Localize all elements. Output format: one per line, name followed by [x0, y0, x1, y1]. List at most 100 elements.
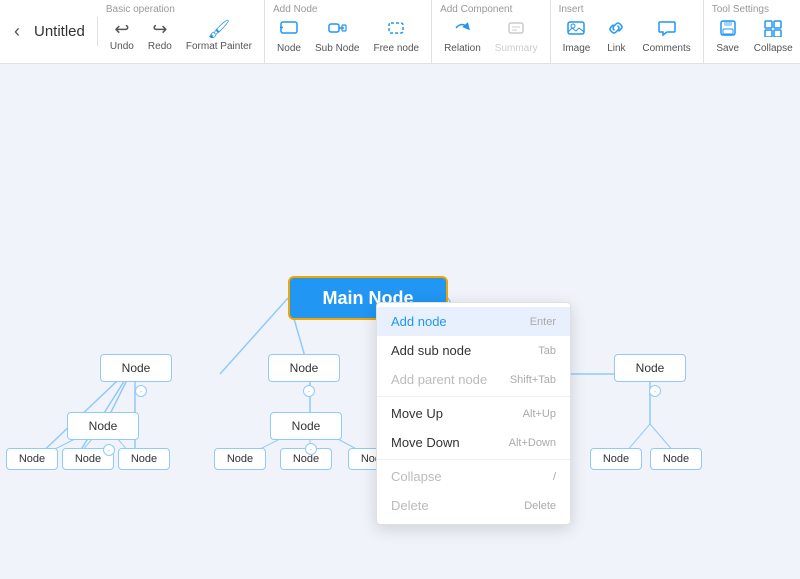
- redo-button[interactable]: ↪ Redo: [142, 17, 178, 54]
- section-items-component: Relation Summary: [438, 17, 544, 56]
- node-label: Node: [290, 361, 319, 375]
- menu-item-label: Move Up: [391, 406, 443, 421]
- menu-item-add-parent-node: Add parent node Shift+Tab: [377, 365, 570, 394]
- toolbar: ‹ Untitled Basic operation ↩ Undo ↪ Redo…: [0, 0, 800, 64]
- menu-item-collapse: Collapse /: [377, 462, 570, 491]
- image-button[interactable]: Image: [557, 17, 597, 56]
- menu-item-add-node[interactable]: Add node Enter: [377, 307, 570, 336]
- collapse-dot[interactable]: -: [303, 385, 315, 397]
- menu-item-label: Add parent node: [391, 372, 487, 387]
- node-label: Node: [75, 453, 101, 465]
- menu-item-add-sub-node[interactable]: Add sub node Tab: [377, 336, 570, 365]
- sub-node-icon: [327, 19, 347, 42]
- node-box[interactable]: Node: [118, 448, 170, 470]
- node-box[interactable]: Node: [6, 448, 58, 470]
- node-box[interactable]: Node: [67, 412, 139, 440]
- section-items-basic: ↩ Undo ↪ Redo 🖌 Format Painter: [104, 17, 258, 54]
- node-box[interactable]: Node: [100, 354, 172, 382]
- node-box[interactable]: Node: [270, 412, 342, 440]
- node-label: Node: [19, 453, 45, 465]
- redo-icon: ↪: [152, 19, 167, 40]
- relation-label: Relation: [444, 43, 481, 54]
- canvas[interactable]: Main Node Node - Node - Node - Node Node…: [0, 64, 800, 579]
- menu-divider-2: [377, 459, 570, 460]
- undo-icon: ↩: [114, 19, 129, 40]
- save-icon: [718, 19, 738, 42]
- back-button[interactable]: ‹: [8, 17, 26, 46]
- menu-item-move-down[interactable]: Move Down Alt+Down: [377, 428, 570, 457]
- collapse-label: Collapse: [754, 43, 793, 54]
- node-label: Node: [89, 419, 118, 433]
- section-label-insert: Insert: [557, 4, 584, 15]
- menu-divider-1: [377, 396, 570, 397]
- node-label: Node: [663, 453, 689, 465]
- menu-item-delete: Delete Delete: [377, 491, 570, 520]
- menu-item-move-up[interactable]: Move Up Alt+Up: [377, 399, 570, 428]
- section-tool-settings: Tool Settings Save Collapse: [704, 0, 800, 64]
- menu-shortcut-add-sub-node: Tab: [538, 345, 556, 357]
- relation-button[interactable]: Relation: [438, 17, 487, 56]
- section-basic-operation: Basic operation ↩ Undo ↪ Redo 🖌 Format P…: [98, 0, 265, 64]
- link-label: Link: [607, 43, 625, 54]
- node-box[interactable]: Node: [614, 354, 686, 382]
- comments-icon: [657, 19, 677, 42]
- collapse-dot[interactable]: -: [103, 444, 115, 456]
- collapse-icon: [763, 19, 783, 42]
- undo-label: Undo: [110, 41, 134, 52]
- free-node-label: Free node: [373, 43, 419, 54]
- collapse-dot[interactable]: -: [305, 443, 317, 455]
- summary-label: Summary: [495, 43, 538, 54]
- collapse-button[interactable]: Collapse: [748, 17, 799, 56]
- image-label: Image: [563, 43, 591, 54]
- section-add-node: Add Node Node Sub Node Free node: [265, 0, 432, 64]
- context-menu: Add node Enter Add sub node Tab Add pare…: [376, 302, 571, 525]
- menu-shortcut-collapse: /: [553, 471, 556, 483]
- section-items-add-node: Node Sub Node Free node: [271, 17, 425, 56]
- save-label: Save: [716, 43, 739, 54]
- node-label: Node: [603, 453, 629, 465]
- collapse-dot[interactable]: -: [649, 385, 661, 397]
- node-box[interactable]: Node: [590, 448, 642, 470]
- node-box[interactable]: Node: [650, 448, 702, 470]
- toolbar-nav: ‹ Untitled: [8, 17, 98, 46]
- section-items-tools: Save Collapse: [710, 17, 799, 56]
- node-label: Node: [131, 453, 157, 465]
- sub-node-button[interactable]: Sub Node: [309, 17, 365, 56]
- node-box[interactable]: Node: [268, 354, 340, 382]
- free-node-button[interactable]: Free node: [367, 17, 425, 56]
- menu-item-label: Collapse: [391, 469, 442, 484]
- section-label-tools: Tool Settings: [710, 4, 769, 15]
- undo-button[interactable]: ↩ Undo: [104, 17, 140, 54]
- section-add-component: Add Component Relation Summary: [432, 0, 551, 64]
- node-label: Node: [292, 419, 321, 433]
- node-label: Node: [636, 361, 665, 375]
- node-box[interactable]: Node: [214, 448, 266, 470]
- menu-item-label: Delete: [391, 498, 429, 513]
- link-button[interactable]: Link: [598, 17, 634, 56]
- menu-item-label: Add sub node: [391, 343, 471, 358]
- app-title: Untitled: [34, 23, 85, 40]
- menu-shortcut-add-parent: Shift+Tab: [510, 374, 556, 386]
- summary-button[interactable]: Summary: [489, 17, 544, 56]
- node-label: Node: [277, 43, 301, 54]
- link-icon: [606, 19, 626, 42]
- menu-shortcut-move-up: Alt+Up: [523, 408, 556, 420]
- menu-item-label: Add node: [391, 314, 447, 329]
- summary-icon: [506, 19, 526, 42]
- node-label: Node: [227, 453, 253, 465]
- relation-icon: [452, 19, 472, 42]
- comments-button[interactable]: Comments: [636, 17, 696, 56]
- section-label-add-node: Add Node: [271, 4, 317, 15]
- node-icon: [279, 19, 299, 42]
- node-button[interactable]: Node: [271, 17, 307, 56]
- format-painter-button[interactable]: 🖌 Format Painter: [180, 17, 258, 54]
- node-label: Node: [293, 453, 319, 465]
- format-painter-label: Format Painter: [186, 41, 252, 52]
- node-label: Node: [122, 361, 151, 375]
- collapse-dot[interactable]: -: [135, 385, 147, 397]
- section-items-insert: Image Link Comments: [557, 17, 697, 56]
- free-node-icon: [386, 19, 406, 42]
- save-button[interactable]: Save: [710, 17, 746, 56]
- section-insert: Insert Image Link Comments: [551, 0, 704, 64]
- menu-item-label: Move Down: [391, 435, 460, 450]
